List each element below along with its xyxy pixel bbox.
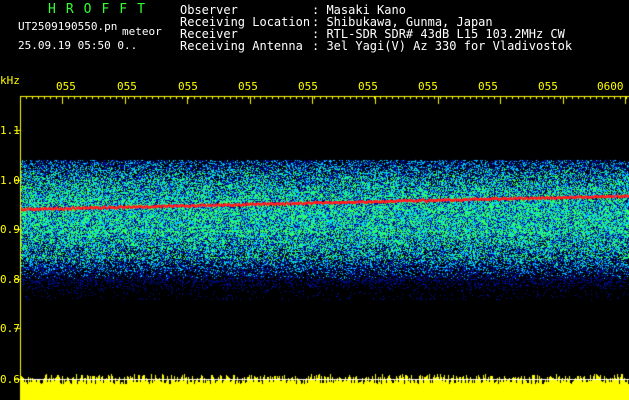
freq-tick: 0.8 <box>0 273 20 286</box>
time-tick: 055 <box>538 80 558 93</box>
value-antenna: : 3el Yagi(V) Az 330 for Vladivostok <box>312 39 573 53</box>
time-tick: 055 <box>178 80 198 93</box>
freq-tick: 0.6 <box>0 373 20 386</box>
timestamp: 25.09.19 05:50 0.. <box>18 39 138 52</box>
freq-tick: 0.9 <box>0 223 20 236</box>
tagline: meteor <box>122 25 162 38</box>
time-tick: 055 <box>478 80 498 93</box>
spectrogram-canvas <box>0 0 629 400</box>
time-tick: 055 <box>238 80 258 93</box>
time-tick: 055 <box>56 80 76 93</box>
label-antenna: Receiving Antenna <box>180 39 303 53</box>
freq-tick: 1.0 <box>0 174 20 187</box>
time-tick: 055 <box>117 80 137 93</box>
app-brand: HROFFT <box>48 2 155 17</box>
freq-tick: 0.7 <box>0 322 20 335</box>
time-tick: 055 <box>358 80 378 93</box>
metadata-labels: Observer Receiving Location Receiver Rec… <box>180 4 310 52</box>
frequency-unit: kHz <box>0 74 20 87</box>
time-tick: 055 <box>418 80 438 93</box>
metadata-values: : Masaki Kano : Shibukawa, Gunma, Japan … <box>312 4 572 52</box>
file-name: UT2509190550.pn <box>18 20 118 33</box>
freq-tick: 1.1 <box>0 124 20 137</box>
time-tick: 055 <box>298 80 318 93</box>
time-tick: 0600 <box>597 80 624 93</box>
